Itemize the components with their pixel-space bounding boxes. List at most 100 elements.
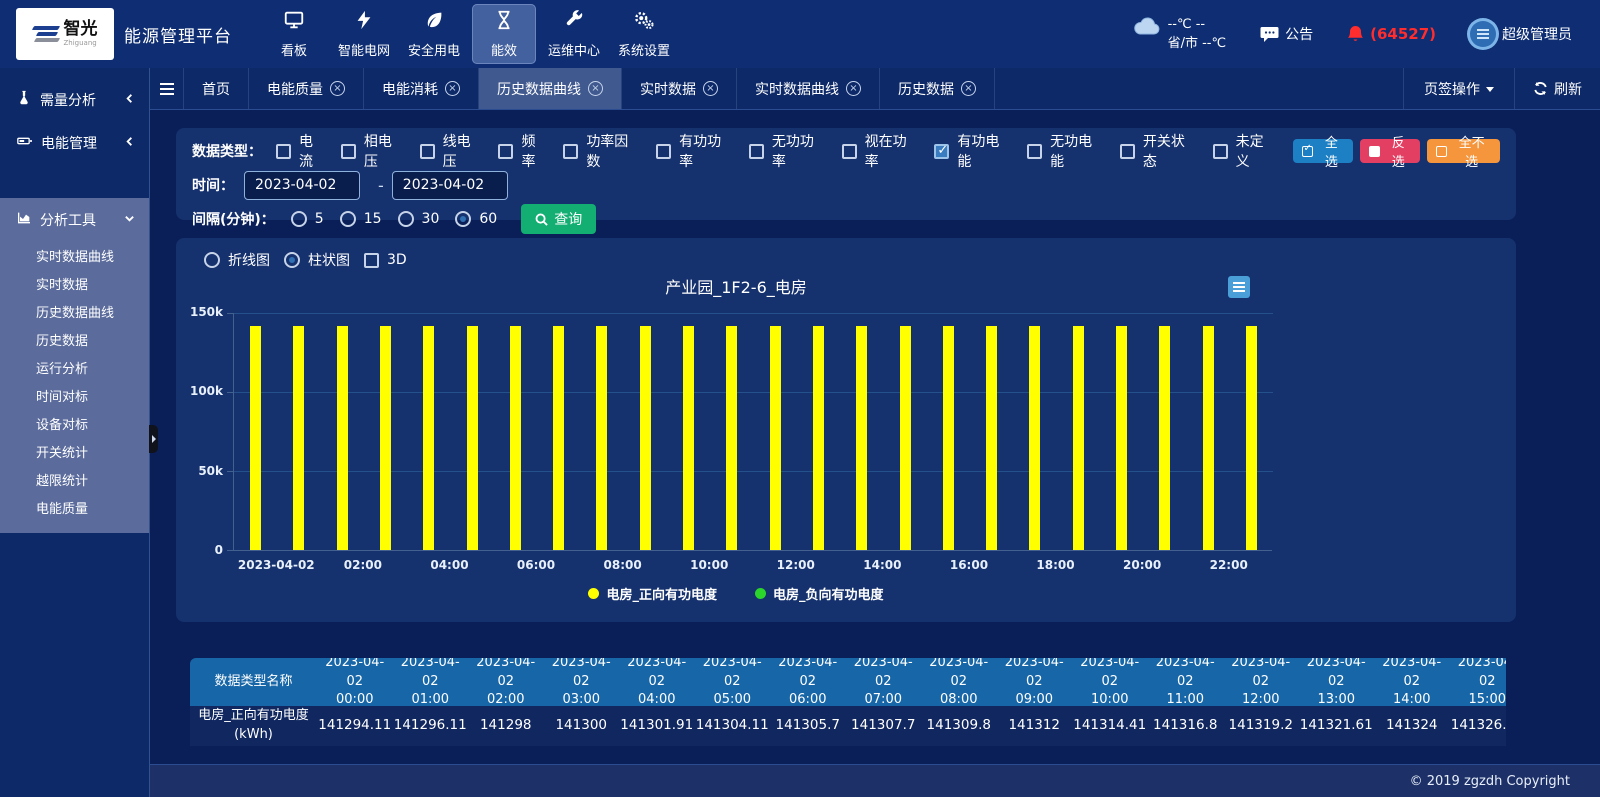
bar-08:00[interactable] xyxy=(596,326,607,550)
checkbox-unchecked-icon[interactable] xyxy=(498,144,513,159)
alarm-button[interactable]: (64527) xyxy=(1347,25,1436,44)
datatype-checkbox-电流[interactable]: 电流 xyxy=(276,131,327,171)
close-icon[interactable]: × xyxy=(703,81,718,96)
datatype-checkbox-频率[interactable]: 频率 xyxy=(498,131,549,171)
bar-03:00[interactable] xyxy=(380,326,391,550)
interval-radio-30[interactable]: 30 xyxy=(398,211,440,227)
legend-item-电房_负向有功电度[interactable]: 电房_负向有功电度 xyxy=(755,584,884,603)
nav-item-安全用电[interactable]: 安全用电 xyxy=(402,4,466,64)
bar-11:00[interactable] xyxy=(726,326,737,550)
checkbox-unchecked-icon[interactable] xyxy=(276,144,291,159)
interval-radio-60[interactable]: 60 xyxy=(455,211,497,227)
bar-23:00[interactable] xyxy=(1246,326,1257,550)
nav-item-运维中心[interactable]: 运维中心 xyxy=(542,4,606,64)
datatype-checkbox-开关状态[interactable]: 开关状态 xyxy=(1120,131,1199,171)
bar-17:00[interactable] xyxy=(986,326,997,550)
tab-实时数据曲线[interactable]: 实时数据曲线× xyxy=(737,68,880,109)
checkbox-checked-icon[interactable] xyxy=(934,144,949,159)
sidebar-item-电能管理[interactable]: 电能管理 xyxy=(0,121,149,164)
interval-radio-15[interactable]: 15 xyxy=(340,211,382,227)
radio-selected-icon[interactable] xyxy=(284,252,300,268)
nav-item-看板[interactable]: 看板 xyxy=(262,4,326,64)
checkbox-unchecked-icon[interactable] xyxy=(341,144,356,159)
bar-02:00[interactable] xyxy=(337,326,348,550)
select-button-全不选[interactable]: 全不选 xyxy=(1427,139,1500,163)
bar-16:00[interactable] xyxy=(943,326,954,550)
radio-unselected-icon[interactable] xyxy=(291,211,307,227)
chart-toolbox-button[interactable] xyxy=(1228,276,1250,298)
sidebar-item-需量分析[interactable]: 需量分析 xyxy=(0,78,149,121)
select-button-反选[interactable]: 反选 xyxy=(1360,139,1420,163)
bar-22:00[interactable] xyxy=(1203,326,1214,550)
bar-14:00[interactable] xyxy=(856,326,867,550)
legend-item-电房_正向有功电度[interactable]: 电房_正向有功电度 xyxy=(588,584,717,603)
bar-15:00[interactable] xyxy=(900,326,911,550)
tab-历史数据曲线[interactable]: 历史数据曲线× xyxy=(479,68,622,109)
datatype-checkbox-无功电能[interactable]: 无功电能 xyxy=(1027,131,1106,171)
sidebar-subitem-运行分析[interactable]: 运行分析 xyxy=(0,353,149,381)
sidebar-subitem-时间对标[interactable]: 时间对标 xyxy=(0,381,149,409)
tab-电能质量[interactable]: 电能质量× xyxy=(249,68,364,109)
datatype-checkbox-视在功率[interactable]: 视在功率 xyxy=(842,131,921,171)
checkbox-unchecked-icon[interactable] xyxy=(420,144,435,159)
close-icon[interactable]: × xyxy=(588,81,603,96)
radio-unselected-icon[interactable] xyxy=(204,252,220,268)
bar-18:00[interactable] xyxy=(1029,326,1040,550)
bar-06:00[interactable] xyxy=(510,326,521,550)
sidebar-subitem-历史数据曲线[interactable]: 历史数据曲线 xyxy=(0,297,149,325)
bar-01:00[interactable] xyxy=(293,326,304,550)
bar-07:00[interactable] xyxy=(553,326,564,550)
checkbox-unchecked-icon[interactable] xyxy=(563,144,578,159)
bar-20:00[interactable] xyxy=(1116,326,1127,550)
checkbox-unchecked-icon[interactable] xyxy=(656,144,671,159)
interval-radio-5[interactable]: 5 xyxy=(291,211,324,227)
radio-selected-icon[interactable] xyxy=(455,211,471,227)
radio-unselected-icon[interactable] xyxy=(398,211,414,227)
select-button-全选[interactable]: 全选 xyxy=(1293,139,1353,163)
chart-type-option-3D[interactable]: 3D xyxy=(364,252,407,268)
sidebar-subitem-设备对标[interactable]: 设备对标 xyxy=(0,409,149,437)
bar-05:00[interactable] xyxy=(467,326,478,550)
close-icon[interactable]: × xyxy=(330,81,345,96)
tab-operations-dropdown[interactable]: 页签操作 xyxy=(1403,68,1514,109)
sidebar-collapse-handle[interactable] xyxy=(149,425,158,453)
datatype-checkbox-未定义[interactable]: 未定义 xyxy=(1213,131,1278,171)
sidebar-subitem-越限统计[interactable]: 越限统计 xyxy=(0,465,149,493)
sidebar-subitem-开关统计[interactable]: 开关统计 xyxy=(0,437,149,465)
checkbox-unchecked-icon[interactable] xyxy=(364,253,379,268)
radio-unselected-icon[interactable] xyxy=(340,211,356,227)
checkbox-unchecked-icon[interactable] xyxy=(1027,144,1042,159)
tab-首页[interactable]: 首页 xyxy=(184,68,249,109)
refresh-button[interactable]: 刷新 xyxy=(1514,68,1600,109)
tab-历史数据[interactable]: 历史数据× xyxy=(880,68,995,109)
chart-type-option-折线图[interactable]: 折线图 xyxy=(204,250,270,270)
datatype-checkbox-有功电能[interactable]: 有功电能 xyxy=(934,131,1013,171)
bar-10:00[interactable] xyxy=(683,326,694,550)
checkbox-unchecked-icon[interactable] xyxy=(1120,144,1135,159)
bar-00:00[interactable] xyxy=(250,326,261,550)
user-menu[interactable]: 超级管理员 xyxy=(1470,21,1572,47)
close-icon[interactable]: × xyxy=(961,81,976,96)
time-to-input[interactable] xyxy=(392,171,508,200)
sidebar-subitem-电能质量[interactable]: 电能质量 xyxy=(0,493,149,521)
bar-19:00[interactable] xyxy=(1073,326,1084,550)
bar-13:00[interactable] xyxy=(813,326,824,550)
datatype-checkbox-无功功率[interactable]: 无功功率 xyxy=(749,131,828,171)
sidebar-subitem-实时数据[interactable]: 实时数据 xyxy=(0,269,149,297)
time-from-input[interactable] xyxy=(244,171,360,200)
tab-menu-toggle[interactable] xyxy=(150,68,184,109)
query-button[interactable]: 查询 xyxy=(521,204,596,234)
datatype-checkbox-相电压[interactable]: 相电压 xyxy=(341,131,406,171)
close-icon[interactable]: × xyxy=(445,81,460,96)
announcement-button[interactable]: 公告 xyxy=(1260,24,1313,44)
chart-type-option-柱状图[interactable]: 柱状图 xyxy=(284,250,350,270)
bar-12:00[interactable] xyxy=(770,326,781,550)
datatype-checkbox-功率因数[interactable]: 功率因数 xyxy=(563,131,642,171)
checkbox-unchecked-icon[interactable] xyxy=(842,144,857,159)
datatype-checkbox-线电压[interactable]: 线电压 xyxy=(420,131,485,171)
checkbox-unchecked-icon[interactable] xyxy=(1213,144,1228,159)
sidebar-item-分析工具[interactable]: 分析工具 xyxy=(0,198,149,241)
nav-item-能效[interactable]: 能效 xyxy=(472,4,536,64)
sidebar-subitem-实时数据曲线[interactable]: 实时数据曲线 xyxy=(0,241,149,269)
sidebar-subitem-历史数据[interactable]: 历史数据 xyxy=(0,325,149,353)
